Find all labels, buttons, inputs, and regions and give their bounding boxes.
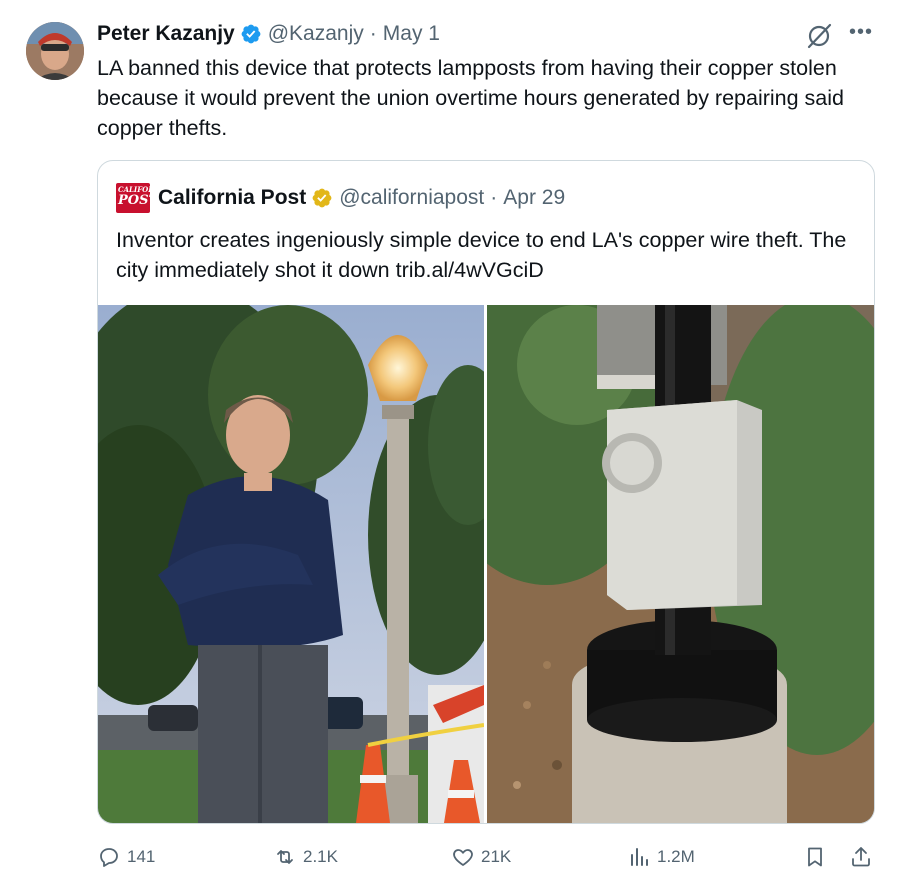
reply-count: 141 (127, 847, 156, 866)
like-count: 21K (481, 847, 512, 866)
repost-button[interactable]: 2.1K (273, 840, 338, 874)
share-icon (852, 847, 870, 867)
post-header: Peter Kazanjy @Kazanjy · May 1 (97, 20, 440, 48)
author-handle[interactable]: @Kazanjy (268, 22, 364, 46)
views-count: 1.2M (657, 847, 695, 866)
photo-inventor[interactable] (98, 285, 508, 823)
repost-count: 2.1K (303, 847, 338, 866)
bookmark-icon (808, 847, 822, 867)
bookmark-button[interactable] (803, 840, 833, 874)
quoted-post[interactable]: CALIFORNIA POST California Post @califor… (97, 160, 875, 824)
gold-verified-badge-icon (311, 187, 333, 209)
author-name[interactable]: Peter Kazanjy (97, 22, 235, 46)
separator-dot: · (490, 186, 498, 209)
more-icon[interactable]: ••• (846, 22, 876, 46)
verified-badge-icon (240, 23, 262, 45)
repost-icon (277, 850, 293, 864)
grok-icon[interactable] (805, 22, 833, 50)
post-date[interactable]: May 1 (383, 22, 440, 46)
tweet: Peter Kazanjy @Kazanjy · May 1 ••• LA ba… (0, 0, 898, 888)
separator-dot: · (369, 22, 377, 45)
reply-icon (100, 848, 118, 867)
heart-icon (453, 849, 473, 866)
california-post-logo: CALIFORNIA POST (116, 183, 150, 213)
action-bar: 141 2.1K 21K 1.2M (97, 840, 877, 874)
quoted-author-name[interactable]: California Post (158, 186, 306, 210)
media-grid (98, 265, 874, 823)
avatar[interactable] (26, 22, 84, 80)
quoted-post-header: CALIFORNIA POST California Post @califor… (116, 183, 565, 213)
post-text: LA banned this device that protects lamp… (97, 56, 844, 140)
photo-device[interactable] (427, 265, 874, 823)
views-icon (631, 848, 648, 866)
quoted-post-date[interactable]: Apr 29 (503, 186, 565, 210)
quoted-post-text: Inventor creates ingeniously simple devi… (116, 228, 847, 282)
quoted-author-handle[interactable]: @californiapost (339, 186, 484, 210)
like-button[interactable]: 21K (451, 840, 511, 874)
share-button[interactable] (849, 840, 879, 874)
reply-button[interactable]: 141 (97, 840, 155, 874)
views-button[interactable]: 1.2M (627, 840, 695, 874)
